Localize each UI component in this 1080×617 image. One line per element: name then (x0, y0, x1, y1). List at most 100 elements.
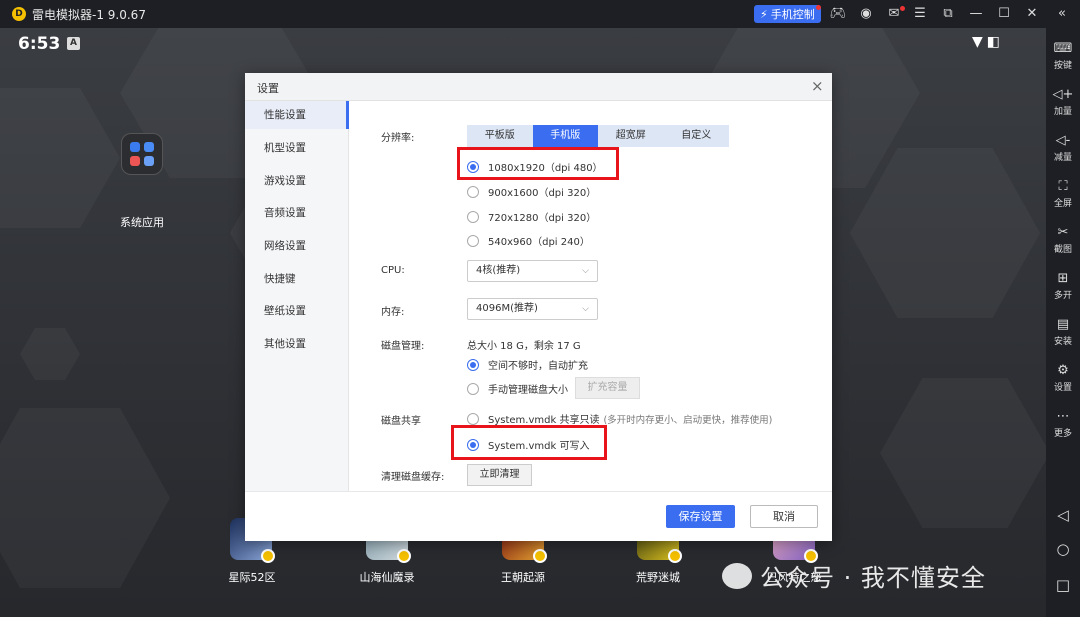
sidebar-item-volume-up[interactable]: ◁+ 加量 (1046, 86, 1080, 117)
sidebar-item-settings[interactable]: ⚙ 设置 (1046, 362, 1080, 393)
lightning-icon: ⚡ (760, 7, 768, 21)
scissors-icon: ✂ (1057, 225, 1069, 240)
sidebar-label: 安装 (1053, 337, 1072, 347)
sidebar-label: 减量 (1053, 153, 1072, 163)
restore-icon[interactable]: ⧉ (938, 4, 958, 24)
sidebar-label: 按键 (1053, 61, 1072, 71)
nav-item-model[interactable]: 机型设置 (245, 134, 349, 162)
volume-down-icon: ◁- (1055, 133, 1071, 148)
option-label: System.vmdk 共享只读 (488, 415, 600, 426)
disk-option-auto[interactable]: 空间不够时，自动扩充 (467, 357, 588, 372)
radio-icon (467, 358, 479, 371)
status-time: 6:53 (18, 34, 61, 54)
dialog-title: 设置 (257, 82, 279, 95)
sidebar-item-fullscreen[interactable]: ⛶ 全屏 (1046, 178, 1080, 209)
tab-phone[interactable]: 手机版 (532, 125, 598, 147)
volume-up-icon: ◁+ (1052, 87, 1074, 102)
radio-icon (467, 210, 479, 223)
dialog-footer: 保存设置 取消 (245, 491, 832, 541)
nav-item-wallpaper[interactable]: 壁纸设置 (245, 297, 349, 325)
cancel-button[interactable]: 取消 (750, 505, 818, 528)
dock-label: 星际52区 (228, 571, 276, 584)
sidebar-item-install[interactable]: ▤ 安装 (1046, 316, 1080, 347)
resolution-option-900[interactable]: 900x1600（dpi 320） (467, 184, 596, 199)
expand-capacity-button[interactable]: 扩充容量 (575, 377, 640, 399)
dock-label: 荒野迷城 (636, 571, 680, 584)
cpu-value: 4核(推荐) (476, 265, 521, 276)
share-label: 磁盘共享 (381, 416, 421, 427)
multi-instance-icon: ⊞ (1057, 271, 1069, 286)
gear-icon: ⚙ (1057, 363, 1069, 378)
sidebar-label: 全屏 (1053, 199, 1072, 209)
sidebar-item-volume-down[interactable]: ◁- 减量 (1046, 132, 1080, 163)
window-title: 雷电模拟器-1 9.0.67 (32, 7, 146, 22)
disk-summary: 总大小 18 G，剩余 17 G (467, 341, 581, 352)
minimize-icon[interactable]: — (966, 4, 986, 24)
sidebar-item-more[interactable]: ⋯ 更多 (1046, 408, 1080, 439)
resolution-option-720[interactable]: 720x1280（dpi 320） (467, 209, 596, 224)
dialog-header: 设置 × (245, 73, 832, 101)
apk-icon: ▤ (1056, 317, 1070, 332)
collapse-icon[interactable]: « (1052, 4, 1072, 24)
nav-item-game[interactable]: 游戏设置 (245, 167, 349, 195)
radio-icon (467, 185, 479, 198)
watermark-text: 公众号 · 我不懂安全 (760, 564, 986, 592)
user-icon[interactable]: ◉ (856, 4, 876, 24)
share-option-readonly[interactable]: System.vmdk 共享只读 (多开时内存更小、启动更快，推荐使用) (467, 411, 772, 426)
tab-custom[interactable]: 自定义 (664, 125, 730, 147)
settings-dialog: 设置 × 性能设置 机型设置 游戏设置 音频设置 网络设置 快捷键 壁纸设置 其… (245, 73, 832, 541)
sidebar-label: 更多 (1053, 429, 1072, 439)
sidebar-item-multi[interactable]: ⊞ 多开 (1046, 270, 1080, 301)
phone-control-label: 手机控制 (770, 8, 815, 21)
phone-control-button[interactable]: ⚡ 手机控制 (754, 5, 821, 23)
resolution-option-540[interactable]: 540x960（dpi 240） (467, 233, 590, 248)
sidebar-item-keys[interactable]: ⌨ 按键 (1046, 40, 1080, 71)
fullscreen-icon: ⛶ (1058, 179, 1068, 194)
option-label: 540x960（dpi 240） (488, 237, 590, 248)
close-icon[interactable]: ✕ (1022, 4, 1042, 24)
resolution-tabs: 平板版 手机版 超宽屏 自定义 (467, 125, 729, 147)
tab-tablet[interactable]: 平板版 (467, 125, 533, 147)
notification-dot (816, 5, 821, 10)
radio-icon (467, 382, 479, 395)
gamepad-icon[interactable]: 🎮︎ (828, 4, 848, 24)
option-label: 720x1280（dpi 320） (488, 213, 597, 224)
right-sidebar: ⌨ 按键 ◁+ 加量 ◁- 减量 ⛶ 全屏 ✂ 截图 ⊞ 多开 ▤ 安装 ⚙ 设置 ⋯ 更多 ◁ … (1046, 28, 1080, 617)
nav-item-audio[interactable]: 音频设置 (245, 199, 349, 227)
home-icon[interactable]: ○ (1046, 540, 1080, 558)
keyboard-icon: ⌨ (1053, 41, 1073, 56)
disk-option-manual[interactable]: 手动管理磁盘大小 (467, 381, 568, 396)
nav-item-other[interactable]: 其他设置 (245, 330, 349, 358)
memory-value: 4096M(推荐) (476, 303, 538, 314)
nav-item-performance[interactable]: 性能设置 (245, 101, 349, 129)
memory-select[interactable]: 4096M(推荐) ⌵ (467, 298, 598, 320)
chevron-down-icon: ⌵ (582, 266, 589, 276)
clean-now-button[interactable]: 立即清理 (467, 464, 532, 486)
back-icon[interactable]: ◁ (1046, 506, 1080, 524)
sidebar-label: 截图 (1053, 245, 1072, 255)
nav-item-shortcuts[interactable]: 快捷键 (245, 265, 349, 293)
settings-nav: 性能设置 机型设置 游戏设置 音频设置 网络设置 快捷键 壁纸设置 其他设置 (245, 101, 349, 491)
save-button[interactable]: 保存设置 (666, 505, 735, 528)
close-icon[interactable]: × (811, 77, 824, 95)
sidebar-item-screenshot[interactable]: ✂ 截图 (1046, 224, 1080, 255)
sidebar-label: 设置 (1053, 383, 1072, 393)
cpu-label: CPU: (381, 265, 405, 276)
status-badge: A (67, 37, 80, 50)
disk-label: 磁盘管理: (381, 341, 425, 352)
dock-label: 山海仙魔录 (359, 571, 415, 584)
maximize-icon[interactable]: ☐ (994, 4, 1014, 24)
system-app-icon[interactable] (121, 133, 163, 175)
recents-icon[interactable]: □ (1046, 576, 1080, 594)
option-label: 手动管理磁盘大小 (488, 385, 568, 396)
nav-item-network[interactable]: 网络设置 (245, 232, 349, 260)
tab-ultrawide[interactable]: 超宽屏 (598, 125, 664, 147)
resolution-label: 分辨率: (381, 133, 415, 144)
wifi-battery-icon: ▼◧ (972, 34, 1004, 50)
option-label: 900x1600（dpi 320） (488, 188, 597, 199)
radio-icon (467, 234, 479, 247)
menu-icon[interactable]: ☰ (910, 4, 930, 24)
cpu-select[interactable]: 4核(推荐) ⌵ (467, 260, 598, 282)
app-logo-icon: D (12, 7, 26, 21)
memory-label: 内存: (381, 307, 405, 318)
